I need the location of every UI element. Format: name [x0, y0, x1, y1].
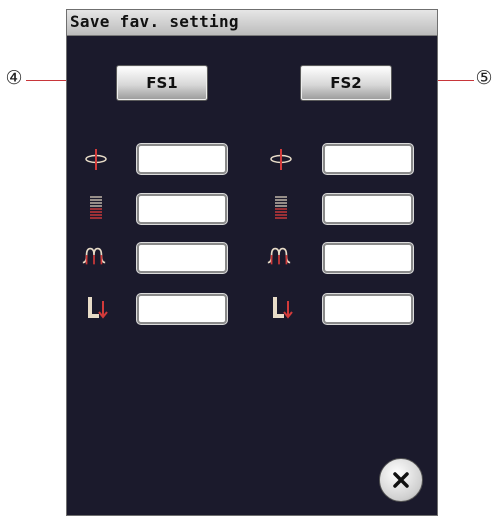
callout-5: ⑤ [475, 67, 493, 89]
fs2-needle-position-field[interactable] [323, 144, 413, 174]
presser-foot-icon [273, 297, 293, 319]
fs2-thread-tension-field[interactable] [323, 243, 413, 273]
needle-position-icon [270, 149, 292, 170]
close-icon [393, 472, 409, 488]
callout-4: ④ [5, 67, 23, 89]
dialog-title: Save fav. setting [70, 12, 239, 31]
fs1-button[interactable]: FS1 [116, 65, 208, 101]
fs1-thread-tension-field[interactable] [137, 243, 227, 273]
title-bar: Save fav. setting [67, 10, 437, 36]
fs1-stitch-length-field[interactable] [137, 194, 227, 224]
save-fav-setting-dialog: Save fav. setting FS1 FS2 [66, 9, 438, 516]
fs1-presser-foot-field[interactable] [137, 294, 227, 324]
needle-position-icon [85, 149, 107, 170]
thread-tension-icon [267, 247, 291, 265]
thread-tension-icon [82, 247, 106, 265]
fs2-button[interactable]: FS2 [300, 65, 392, 101]
close-button[interactable] [379, 458, 423, 502]
fs2-stitch-length-field[interactable] [323, 194, 413, 224]
fs2-presser-foot-field[interactable] [323, 294, 413, 324]
presser-foot-icon [88, 297, 108, 319]
stitch-length-icon [90, 196, 102, 219]
stitch-length-icon [275, 196, 287, 219]
fs1-needle-position-field[interactable] [137, 144, 227, 174]
